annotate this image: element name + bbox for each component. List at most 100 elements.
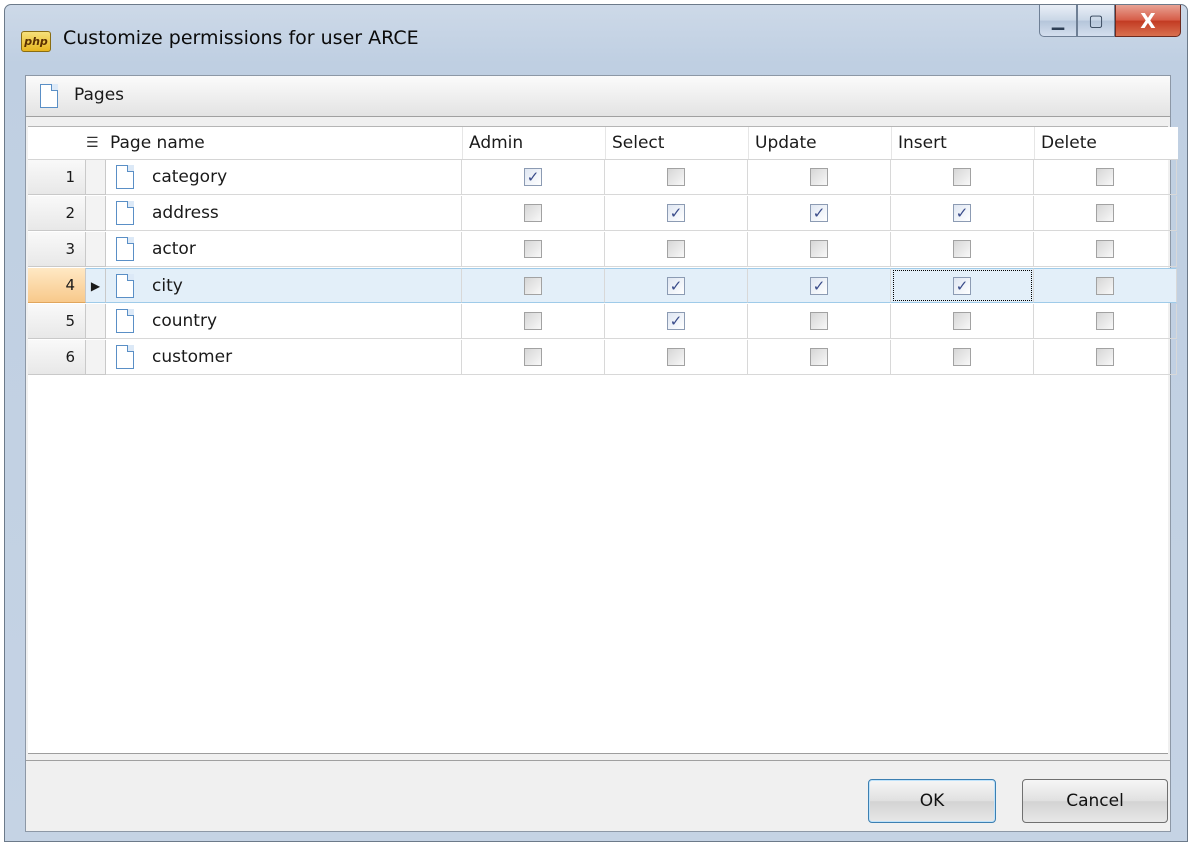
select-checkbox[interactable] <box>667 348 685 366</box>
admin-checkbox[interactable] <box>524 276 542 295</box>
update-checkbox[interactable] <box>810 348 828 366</box>
checkmark-icon: ✓ <box>669 312 683 330</box>
delete-cell <box>1034 196 1177 231</box>
update-checkbox[interactable] <box>810 168 828 186</box>
close-button[interactable]: X <box>1115 5 1181 37</box>
table-row[interactable]: 6 customer <box>28 340 1178 376</box>
page-name: actor <box>152 239 196 259</box>
column-chooser-icon[interactable]: ☰ <box>86 135 99 151</box>
row-indicator <box>86 160 106 195</box>
delete-checkbox[interactable] <box>1096 240 1114 258</box>
page-name: country <box>152 311 218 331</box>
insert-checkbox[interactable] <box>953 168 971 186</box>
permissions-grid[interactable]: ☰ Page name Admin Select Update Insert D… <box>28 126 1178 754</box>
insert-cell <box>891 160 1034 195</box>
page-name-cell[interactable]: customer <box>106 340 462 375</box>
title-bar[interactable]: php Customize permissions for user ARCE … <box>5 5 1187 63</box>
page-name-cell[interactable]: city <box>106 268 462 303</box>
column-header-delete[interactable]: Delete <box>1034 127 1177 159</box>
minimize-button[interactable]: ▁ <box>1039 5 1077 37</box>
insert-checkbox[interactable] <box>953 348 971 366</box>
row-number[interactable]: 5 <box>28 304 86 339</box>
update-checkbox[interactable]: ✓ <box>810 276 828 295</box>
row-number[interactable]: 4 <box>28 268 86 303</box>
page-name: address <box>152 203 219 223</box>
pages-label: Pages <box>74 85 125 105</box>
admin-checkbox[interactable] <box>524 348 542 366</box>
maximize-button[interactable]: ▢ <box>1077 5 1115 37</box>
row-indicator <box>86 340 106 375</box>
current-row-arrow-icon: ▶ <box>90 279 101 293</box>
insert-checkbox[interactable]: ✓ <box>953 204 971 222</box>
select-checkbox[interactable]: ✓ <box>667 276 685 295</box>
column-header-select[interactable]: Select <box>605 127 748 159</box>
table-row[interactable]: 3 actor <box>28 232 1178 268</box>
table-row[interactable]: 1 category ✓ <box>28 160 1178 196</box>
pages-tab[interactable]: Pages <box>26 76 1170 117</box>
footer-divider <box>26 760 1170 761</box>
column-header-admin[interactable]: Admin <box>462 127 605 159</box>
checkmark-icon: ✓ <box>812 276 826 295</box>
close-icon: X <box>1140 8 1156 33</box>
caption-buttons: ▁ ▢ X <box>1039 5 1181 39</box>
column-header-page-name[interactable]: Page name <box>106 127 462 159</box>
delete-cell <box>1034 232 1177 267</box>
select-checkbox[interactable] <box>667 240 685 258</box>
page-name-cell[interactable]: country <box>106 304 462 339</box>
page-name-cell[interactable]: actor <box>106 232 462 267</box>
delete-cell <box>1034 160 1177 195</box>
page-icon <box>116 309 134 333</box>
admin-checkbox[interactable] <box>524 204 542 222</box>
row-number[interactable]: 6 <box>28 340 86 375</box>
select-cell: ✓ <box>605 304 748 339</box>
table-row[interactable]: 2 address ✓ ✓ ✓ <box>28 196 1178 232</box>
checkmark-icon: ✓ <box>526 168 540 186</box>
insert-checkbox[interactable]: ✓ <box>953 276 971 295</box>
delete-checkbox[interactable] <box>1096 168 1114 186</box>
page-name-cell[interactable]: category <box>106 160 462 195</box>
delete-cell <box>1034 340 1177 375</box>
update-checkbox[interactable] <box>810 240 828 258</box>
update-cell: ✓ <box>748 196 891 231</box>
admin-cell <box>462 340 605 375</box>
row-indicator <box>86 232 106 267</box>
delete-checkbox[interactable] <box>1096 348 1114 366</box>
insert-cell <box>891 232 1034 267</box>
insert-checkbox[interactable] <box>953 312 971 330</box>
admin-cell <box>462 304 605 339</box>
page-name-cell[interactable]: address <box>106 196 462 231</box>
select-checkbox[interactable] <box>667 168 685 186</box>
table-row[interactable]: 5 country ✓ <box>28 304 1178 340</box>
delete-checkbox[interactable] <box>1096 204 1114 222</box>
row-number[interactable]: 1 <box>28 160 86 195</box>
column-header-update[interactable]: Update <box>748 127 891 159</box>
row-number[interactable]: 3 <box>28 232 86 267</box>
delete-checkbox[interactable] <box>1096 312 1114 330</box>
admin-cell: ✓ <box>462 160 605 195</box>
admin-checkbox[interactable]: ✓ <box>524 168 542 186</box>
grid-header: ☰ Page name Admin Select Update Insert D… <box>28 127 1178 160</box>
select-checkbox[interactable]: ✓ <box>667 204 685 222</box>
table-row[interactable]: 4 ▶ city ✓ ✓ ✓ <box>28 268 1178 304</box>
insert-cell: ✓ <box>891 196 1034 231</box>
window-title: Customize permissions for user ARCE <box>63 27 419 49</box>
update-checkbox[interactable] <box>810 312 828 330</box>
delete-cell <box>1034 268 1177 303</box>
admin-checkbox[interactable] <box>524 312 542 330</box>
delete-checkbox[interactable] <box>1096 276 1114 295</box>
insert-cell <box>891 340 1034 375</box>
select-checkbox[interactable]: ✓ <box>667 312 685 330</box>
admin-checkbox[interactable] <box>524 240 542 258</box>
row-indicator: ▶ <box>86 268 106 303</box>
page-name: category <box>152 167 228 187</box>
cancel-button[interactable]: Cancel <box>1022 779 1168 823</box>
insert-checkbox[interactable] <box>953 240 971 258</box>
dialog-window: php Customize permissions for user ARCE … <box>4 4 1188 842</box>
row-number[interactable]: 2 <box>28 196 86 231</box>
update-checkbox[interactable]: ✓ <box>810 204 828 222</box>
page-icon <box>116 237 134 261</box>
column-header-insert[interactable]: Insert <box>891 127 1034 159</box>
checkmark-icon: ✓ <box>955 204 969 222</box>
ok-button[interactable]: OK <box>868 779 996 823</box>
checkmark-icon: ✓ <box>669 204 683 222</box>
